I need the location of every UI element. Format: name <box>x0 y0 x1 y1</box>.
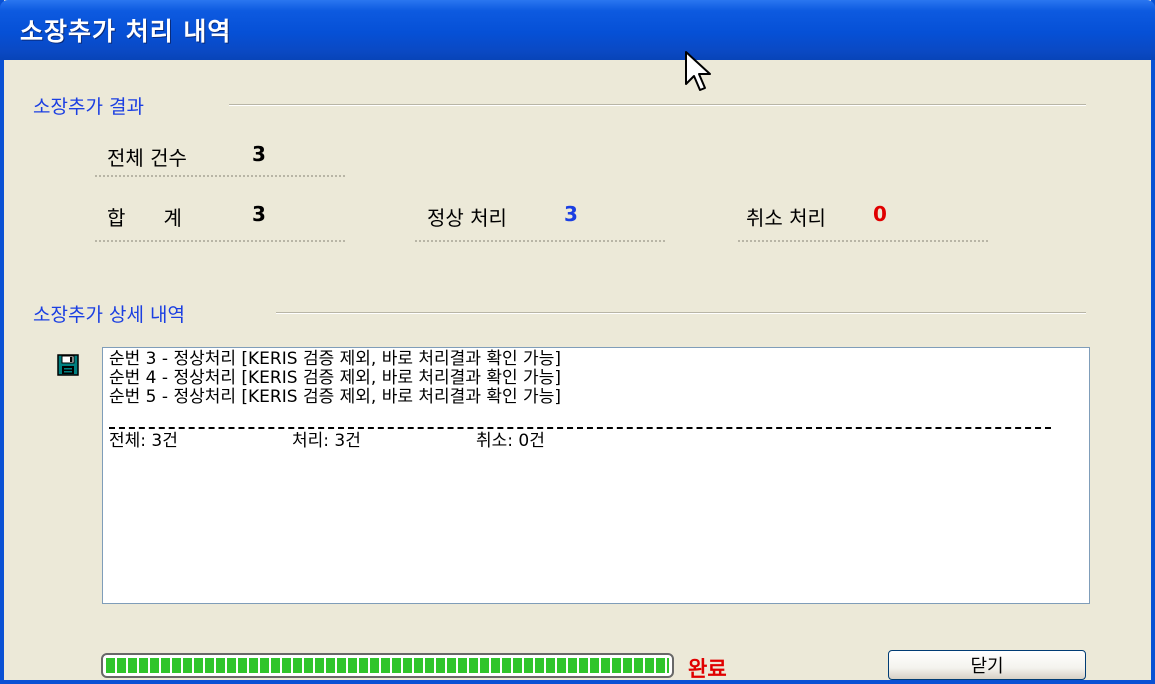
cancel-value: 0 <box>873 202 887 226</box>
sum-value: 3 <box>252 202 266 226</box>
log-line: 순번 3 - 정상처리 [KERIS 검증 제외, 바로 처리결과 확인 가능] <box>109 349 561 369</box>
normal-underline <box>415 240 665 242</box>
result-section-title: 소장추가 결과 <box>33 96 144 118</box>
sum-underline <box>95 240 345 242</box>
detail-section-divider <box>276 312 1086 314</box>
progress-bar <box>101 653 674 678</box>
close-button[interactable]: 닫기 <box>888 650 1086 680</box>
normal-value: 3 <box>564 202 578 226</box>
result-section-divider <box>229 104 1086 106</box>
sum-label: 합 계 <box>107 206 182 230</box>
log-canceled: 취소: 0건 <box>476 431 545 451</box>
log-line: 순번 5 - 정상처리 [KERIS 검증 제외, 바로 처리결과 확인 가능] <box>109 387 561 407</box>
floppy-disk-icon[interactable] <box>57 354 79 376</box>
progress-fill <box>106 658 669 673</box>
status-text: 완료 <box>688 657 727 681</box>
log-totals: 전체: 3건 처리: 3건 취소: 0건 <box>109 432 1083 451</box>
total-count-label: 전체 건수 <box>107 146 187 170</box>
cancel-underline <box>738 240 988 242</box>
mouse-cursor-icon <box>685 51 711 91</box>
normal-label: 정상 처리 <box>427 206 507 230</box>
total-count-value: 3 <box>252 142 266 166</box>
log-processed: 처리: 3건 <box>292 431 361 451</box>
detail-section-title: 소장추가 상세 내역 <box>33 304 185 326</box>
title-bar[interactable]: 소장추가 처리 내역 <box>0 0 1155 60</box>
cancel-label: 취소 처리 <box>746 206 826 230</box>
log-line: 순번 4 - 정상처리 [KERIS 검증 제외, 바로 처리결과 확인 가능] <box>109 368 561 388</box>
log-total: 전체: 3건 <box>109 431 178 451</box>
window-title: 소장추가 처리 내역 <box>20 17 232 46</box>
dialog-window: 소장추가 처리 내역 소장추가 결과 전체 건수 3 합 계 3 정상 처리 3… <box>0 0 1155 684</box>
detail-log-textarea[interactable]: 순번 3 - 정상처리 [KERIS 검증 제외, 바로 처리결과 확인 가능]… <box>102 347 1090 604</box>
total-count-underline <box>95 175 345 177</box>
log-separator <box>109 427 1051 429</box>
